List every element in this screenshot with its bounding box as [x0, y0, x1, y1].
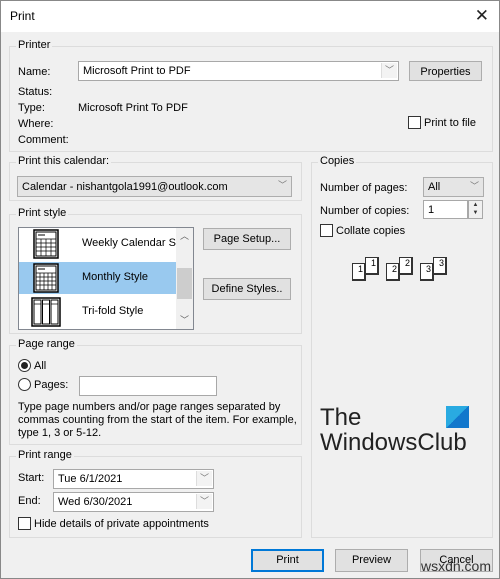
chevron-down-icon[interactable]: ﹀: [381, 63, 397, 78]
hide-private-label[interactable]: Hide details of private appointments: [34, 518, 209, 530]
trifold-icon: [31, 297, 61, 327]
watermark: wsxdn.com: [420, 558, 491, 574]
print-to-file-label[interactable]: Print to file: [424, 117, 476, 129]
end-label: End:: [18, 495, 41, 507]
chevron-down-icon[interactable]: ﹀: [275, 178, 290, 193]
collate-page-front: 3: [420, 263, 434, 281]
style-item-label: Monthly Style: [82, 271, 149, 283]
properties-button[interactable]: Properties: [409, 61, 482, 81]
status-label: Status:: [18, 86, 53, 98]
style-item-monthly[interactable]: Monthly Style: [19, 262, 176, 294]
name-label: Name:: [18, 66, 51, 78]
logo-square-icon: [446, 406, 469, 428]
pages-input[interactable]: [79, 376, 217, 396]
print-dialog: Print ✕ Printer Name: Microsoft Print to…: [0, 0, 500, 579]
printer-name-select[interactable]: Microsoft Print to PDF ﹀: [78, 61, 399, 81]
page-range-help: Type page numbers and/or page ranges sep…: [18, 401, 297, 439]
list-scrollbar[interactable]: ︿ ﹀: [176, 228, 193, 329]
dialog-title: Print: [10, 9, 35, 23]
print-style-legend: Print style: [16, 207, 69, 219]
style-item-weekly[interactable]: Weekly Calendar Style: [19, 228, 193, 260]
collate-page-back: 1: [365, 257, 379, 275]
calendar-value: Calendar - nishantgola1991@outlook.com: [22, 181, 228, 193]
printer-name-value: Microsoft Print to PDF: [83, 65, 191, 77]
number-of-pages-select[interactable]: All ﹀: [423, 177, 484, 197]
style-item-trifold[interactable]: Tri-fold Style: [19, 296, 176, 328]
print-style-list[interactable]: Weekly Calendar Style Monthly Style Tri-…: [18, 227, 194, 330]
scroll-up-icon[interactable]: ︿: [176, 228, 193, 245]
copies-legend: Copies: [318, 155, 357, 167]
printer-legend: Printer: [16, 39, 53, 51]
collate-page-front: 1: [352, 263, 366, 281]
style-item-label: Tri-fold Style: [82, 305, 144, 317]
pages-count-label: Number of pages:: [320, 182, 408, 194]
where-label: Where:: [18, 118, 54, 130]
close-icon[interactable]: ✕: [475, 6, 489, 26]
calendar-legend: Print this calendar:: [16, 155, 112, 167]
scroll-thumb[interactable]: [177, 268, 192, 299]
collate-checkbox[interactable]: [320, 224, 333, 237]
weekly-calendar-icon: [33, 229, 59, 259]
logo-line1: The: [320, 404, 362, 431]
calendar-select[interactable]: Calendar - nishantgola1991@outlook.com ﹀: [17, 176, 292, 197]
print-button[interactable]: Print: [251, 549, 324, 572]
collate-page-front: 2: [386, 263, 400, 281]
pages-radio-label[interactable]: Pages:: [34, 379, 68, 391]
end-date-value: Wed 6/30/2021: [58, 496, 133, 508]
copies-stepper[interactable]: ▲ ▼: [468, 200, 483, 219]
end-date-select[interactable]: Wed 6/30/2021 ﹀: [53, 492, 214, 512]
collate-page-back: 3: [433, 257, 447, 275]
pages-count-value: All: [428, 181, 441, 193]
print-range-legend: Print range: [16, 449, 74, 461]
collate-page-back: 2: [399, 257, 413, 275]
decrement-icon[interactable]: ▼: [469, 209, 482, 217]
hide-private-checkbox[interactable]: [18, 517, 31, 530]
define-styles-button[interactable]: Define Styles..: [203, 278, 291, 300]
scroll-down-icon[interactable]: ﹀: [176, 312, 193, 329]
page-range-legend: Page range: [16, 338, 77, 350]
copies-count-label: Number of copies:: [320, 205, 410, 217]
all-radio[interactable]: [18, 359, 31, 372]
start-date-value: Tue 6/1/2021: [58, 473, 123, 485]
chevron-down-icon[interactable]: ﹀: [196, 494, 212, 509]
copies-input[interactable]: 1: [423, 200, 468, 219]
preview-button[interactable]: Preview: [335, 549, 408, 572]
start-date-select[interactable]: Tue 6/1/2021 ﹀: [53, 469, 214, 489]
print-to-file-checkbox[interactable]: [408, 116, 421, 129]
type-value: Microsoft Print To PDF: [78, 102, 188, 114]
chevron-down-icon[interactable]: ﹀: [196, 471, 212, 486]
logo-line2: WindowsClub: [320, 429, 467, 456]
pages-radio[interactable]: [18, 378, 31, 391]
copies-value: 1: [428, 204, 435, 216]
chevron-down-icon[interactable]: ﹀: [467, 179, 482, 194]
monthly-calendar-icon: [33, 263, 59, 293]
page-setup-button[interactable]: Page Setup...: [203, 228, 291, 250]
increment-icon[interactable]: ▲: [469, 201, 482, 209]
comment-label: Comment:: [18, 134, 69, 146]
start-label: Start:: [18, 472, 45, 484]
all-radio-label[interactable]: All: [34, 360, 46, 372]
title-bar: Print ✕: [1, 1, 499, 32]
collate-label[interactable]: Collate copies: [336, 225, 405, 237]
type-label: Type:: [18, 102, 45, 114]
